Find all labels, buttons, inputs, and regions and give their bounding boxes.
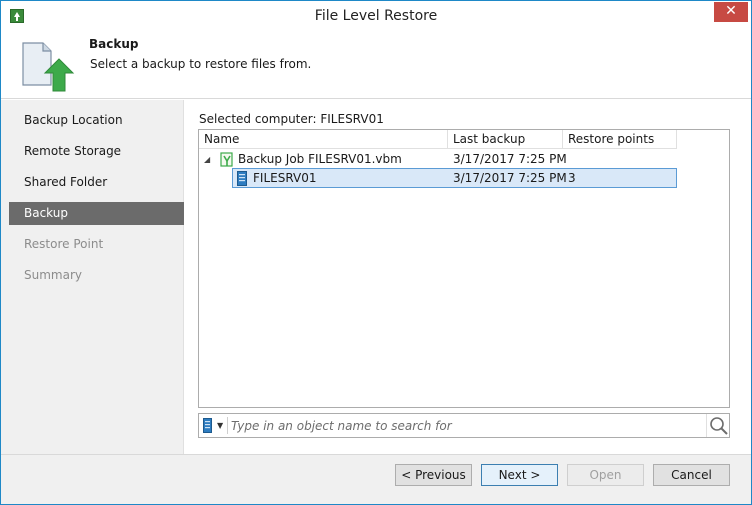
row-restore-points: 3 [568,171,576,185]
server-icon [237,171,247,186]
column-header-name[interactable]: Name [199,130,448,149]
next-button[interactable]: Next > [481,464,558,486]
cancel-button[interactable]: Cancel [653,464,730,486]
column-header-restore-points[interactable]: Restore points [563,130,677,149]
search-icon [710,417,728,435]
row-last-backup: 3/17/2017 7:25 PM [453,152,567,166]
restore-file-icon [22,42,75,92]
row-name: Backup Job FILESRV01.vbm [238,152,402,166]
grid-header: Name Last backup Restore points [199,130,677,149]
sidebar-item-backup-location[interactable]: Backup Location [9,109,184,132]
open-button: Open [567,464,644,486]
page-subtitle: Select a backup to restore files from. [90,57,312,71]
backup-job-icon [220,152,233,167]
scope-dropdown-icon[interactable]: ▼ [217,417,223,434]
window-title: File Level Restore [314,8,438,24]
sidebar-item-remote-storage[interactable]: Remote Storage [9,140,184,163]
backup-grid[interactable]: Name Last backup Restore points ◢ Backup… [198,129,730,408]
table-row[interactable]: ◢ Backup Job FILESRV01.vbm 3/17/2017 7:2… [199,150,677,169]
title-bar: File Level Restore ✕ [1,1,751,32]
main-content: Selected computer: FILESRV01 Name Last b… [185,100,751,454]
sidebar-item-summary: Summary [24,268,82,282]
table-row[interactable]: FILESRV01 3/17/2017 7:25 PM 3 [232,168,677,188]
search-divider [227,417,228,434]
file-level-restore-window: File Level Restore ✕ Backup Select a bac… [0,0,752,505]
sidebar-item-shared-folder[interactable]: Shared Folder [9,171,184,194]
wizard-header: Backup Select a backup to restore files … [1,32,751,99]
row-last-backup: 3/17/2017 7:25 PM [453,171,567,185]
row-name: FILESRV01 [253,171,317,185]
search-bar: ▼ [198,413,730,438]
expand-toggle-icon[interactable]: ◢ [204,150,210,169]
search-input[interactable] [231,416,701,435]
search-button[interactable] [706,414,730,437]
page-title: Backup [89,37,139,51]
close-button[interactable]: ✕ [714,2,748,22]
sidebar-item-restore-point: Restore Point [24,237,104,251]
column-header-last-backup[interactable]: Last backup [448,130,563,149]
wizard-footer: < Previous Next > Open Cancel [1,454,751,504]
sidebar-item-backup[interactable]: Backup [9,202,184,225]
selected-computer-label: Selected computer: FILESRV01 [199,112,384,126]
wizard-steps-sidebar: Backup Location Remote Storage Shared Fo… [1,100,184,454]
server-scope-icon[interactable] [203,418,212,433]
previous-button[interactable]: < Previous [395,464,472,486]
